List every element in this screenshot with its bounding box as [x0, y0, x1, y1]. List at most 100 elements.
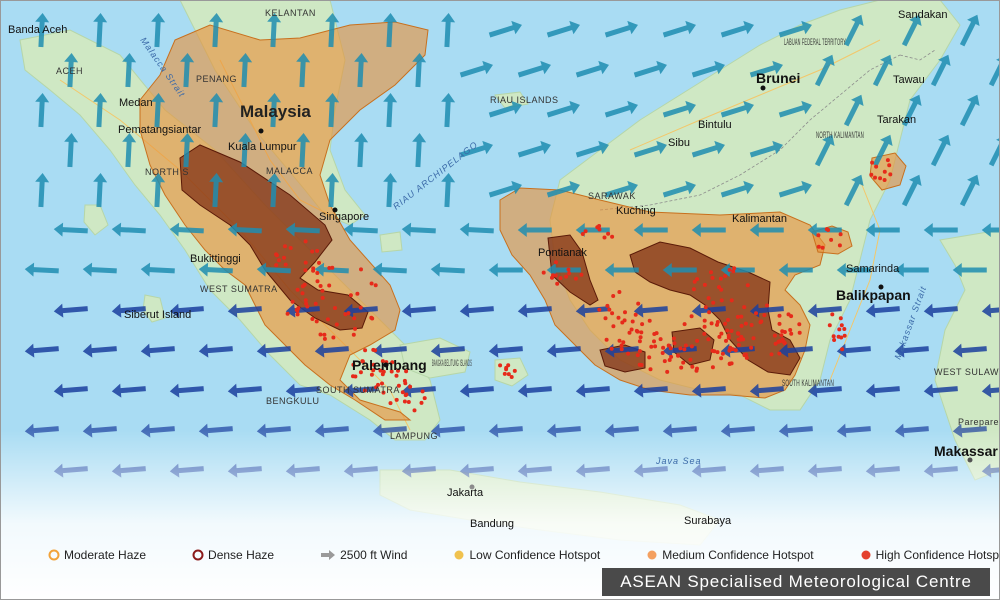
hotspot-dot	[597, 224, 602, 228]
hotspot-dot	[710, 275, 715, 280]
hotspot-dot	[635, 329, 640, 334]
hotspot-dot	[765, 303, 769, 308]
hotspot-dot	[277, 258, 281, 263]
hotspot-dot	[320, 288, 325, 293]
hotspot-dot	[611, 294, 616, 298]
hotspot-dot	[616, 315, 621, 320]
hotspot-dot	[420, 389, 425, 394]
hotspot-dot	[727, 267, 732, 272]
hotspot-dot	[602, 235, 607, 240]
hotspot-dot	[874, 164, 879, 169]
hotspot-dot	[742, 305, 747, 310]
hotspot-dot	[830, 312, 835, 317]
hotspot-dot	[692, 279, 697, 284]
hotspot-dot	[621, 340, 626, 345]
hotspot-dot	[550, 275, 554, 280]
legend-wind: 2500 ft Wind	[320, 548, 407, 562]
hotspot-dot	[654, 331, 659, 336]
hotspot-dot	[718, 276, 723, 281]
hotspot-dot	[711, 300, 716, 305]
hotspot-dot	[689, 344, 694, 349]
hotspot-dot	[739, 314, 744, 319]
hotspot-dot	[742, 353, 747, 358]
label-pematangsiantar: Pematangsiantar	[118, 124, 201, 136]
hotspot-dot	[690, 364, 695, 369]
label-balikpapan: Balikpapan	[836, 287, 911, 303]
hotspot-dot	[727, 361, 732, 366]
hotspot-dot	[702, 282, 707, 287]
hotspot-dot	[629, 327, 634, 332]
dot-icon	[861, 550, 871, 560]
hotspot-dot	[506, 372, 511, 377]
hotspot-dot	[667, 358, 672, 362]
hotspot-dot	[649, 344, 654, 349]
hotspot-dot	[317, 260, 321, 265]
label-west-sumatra: WEST SUMATRA	[200, 284, 278, 294]
hotspot-dot	[719, 298, 724, 303]
hotspot-dot	[633, 312, 638, 317]
label-brunei: Brunei	[756, 70, 800, 86]
hotspot-dot	[555, 281, 560, 286]
dot-icon	[647, 550, 657, 560]
hotspot-dot	[313, 301, 318, 306]
hotspot-dot	[749, 323, 754, 327]
hotspot-dot	[322, 332, 327, 337]
hotspot-dot	[729, 329, 734, 333]
hotspot-dot	[827, 323, 832, 328]
hotspot-dot	[300, 291, 305, 296]
hotspot-dot	[564, 274, 569, 279]
hotspot-dot	[797, 330, 802, 335]
hotspot-dot	[702, 318, 707, 323]
hotspot-dot	[541, 270, 546, 275]
hotspot-dot	[402, 378, 407, 383]
hotspot-dot	[617, 290, 622, 294]
hotspot-dot	[682, 347, 687, 352]
hotspot-dot	[406, 400, 411, 404]
hotspot-dot	[373, 348, 378, 353]
hotspot-dot	[637, 349, 642, 354]
legend-high-hotspot: High Confidence Hotspot	[860, 548, 1000, 562]
hotspot-dot	[318, 284, 323, 288]
hotspot-dot	[369, 281, 374, 286]
legend-low-hotspot: Low Confidence Hotspot	[453, 548, 600, 562]
haze-map: Banda Aceh ACEH Medan Pematangsiantar NO…	[0, 0, 1000, 600]
legend-label: 2500 ft Wind	[340, 548, 408, 562]
hotspot-dot	[558, 276, 563, 281]
label-bintulu: Bintulu	[698, 119, 732, 131]
hotspot-dot	[639, 363, 644, 367]
hotspot-dot	[327, 266, 332, 270]
hotspot-dot	[554, 260, 558, 265]
hotspot-dot	[729, 298, 734, 303]
hotspot-dot	[723, 321, 728, 326]
legend-label: Moderate Haze	[64, 548, 147, 562]
hotspot-dot	[743, 321, 748, 326]
hotspot-dot	[567, 271, 572, 276]
hotspot-dot	[777, 351, 782, 356]
hotspot-dot	[580, 232, 585, 236]
hotspot-dot	[408, 384, 413, 389]
hotspot-dot	[831, 334, 836, 339]
hotspot-dot	[611, 324, 616, 329]
label-tawau: Tawau	[893, 74, 925, 86]
hotspot-dot	[672, 341, 677, 346]
hotspot-dot	[606, 231, 611, 236]
hotspot-dot	[315, 248, 320, 253]
hotspot-dot	[310, 317, 315, 321]
city-marker	[258, 128, 264, 134]
hotspot-dot	[647, 355, 652, 360]
hotspot-dot	[603, 316, 608, 321]
hotspot-dot	[630, 319, 635, 324]
hotspot-dot	[888, 172, 893, 177]
label-aceh: ACEH	[56, 66, 83, 76]
hotspot-dot	[318, 332, 323, 337]
hotspot-dot	[394, 397, 399, 402]
hotspot-dot	[660, 351, 665, 355]
hotspot-dot	[315, 279, 320, 284]
hotspot-dot	[797, 322, 802, 327]
hotspot-dot	[609, 346, 614, 351]
hotspot-dot	[597, 307, 602, 312]
hotspot-dot	[619, 347, 624, 352]
hotspot-dot	[509, 375, 514, 379]
hotspot-dot	[702, 331, 707, 336]
hotspot-dot	[691, 287, 696, 292]
